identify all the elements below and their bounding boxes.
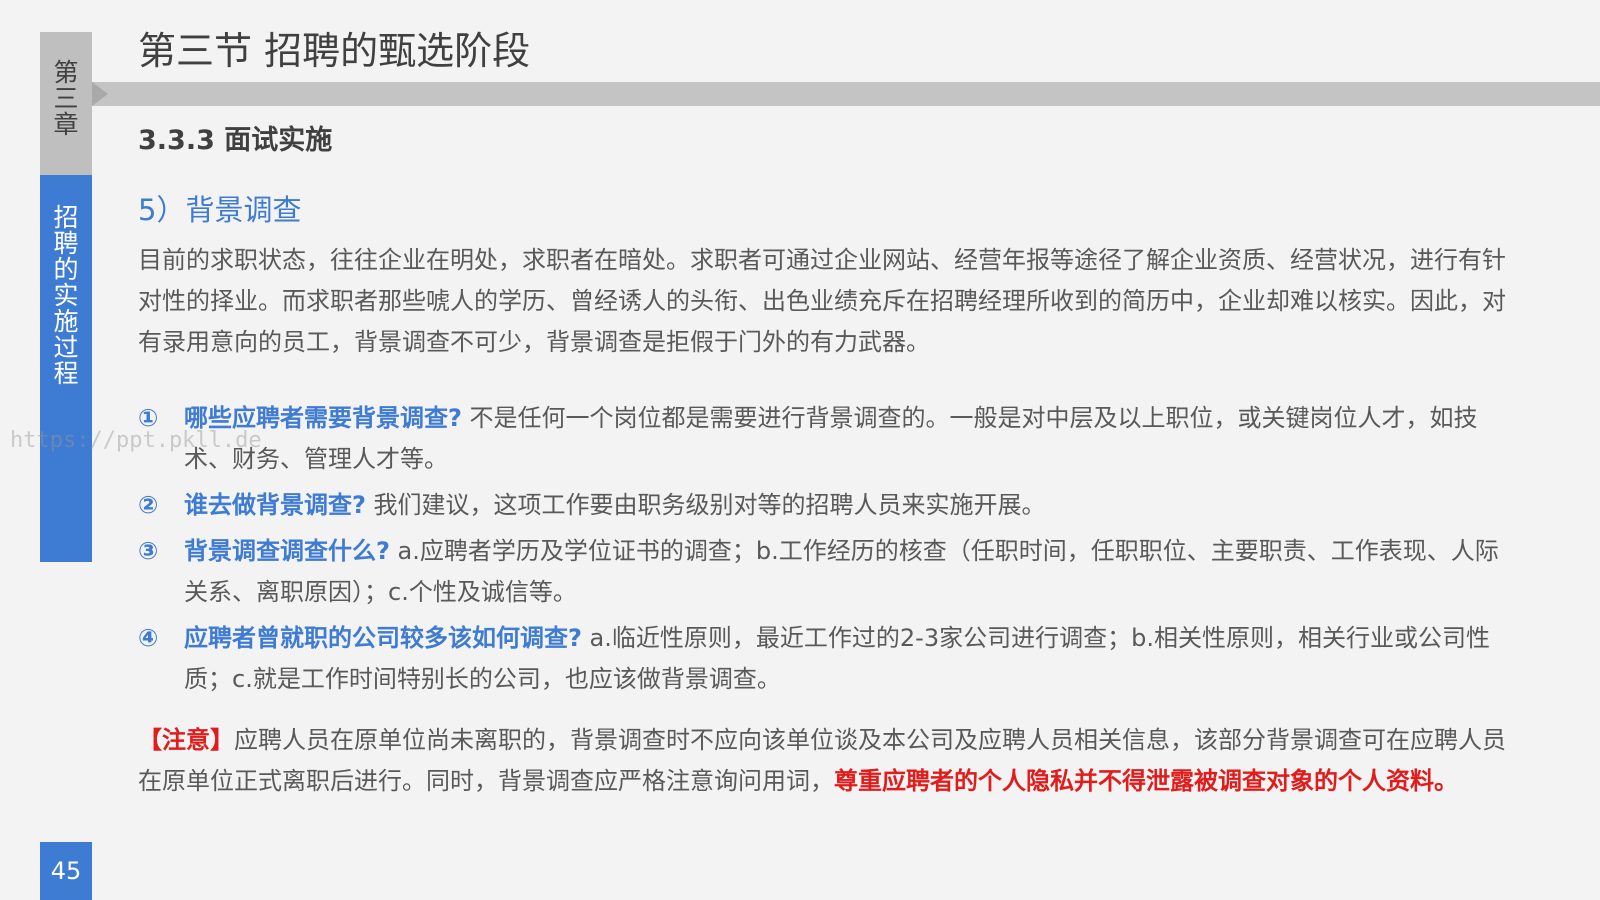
list-item: ① 哪些应聘者需要背景调查? 不是任何一个岗位都是需要进行背景调查的。一般是对中层… <box>138 398 1518 480</box>
watermark-text: https://ppt.pkll.de <box>10 428 262 453</box>
list-item: ③ 背景调查调查什么? a.应聘者学历及学位证书的调查；b.工作经历的核查（任职时… <box>138 531 1518 613</box>
note-paragraph: 【注意】应聘人员在原单位尚未离职的，背景调查时不应向该单位谈及本公司及应聘人员相… <box>138 720 1518 802</box>
section-tab: 招聘的实施过程 <box>40 175 92 562</box>
circled-number-3: ③ <box>138 537 159 565</box>
list-item: ② 谁去做背景调查? 我们建议，这项工作要由职务级别对等的招聘人员来实施开展。 <box>138 485 1518 526</box>
note-emphasis: 尊重应聘者的个人隐私并不得泄露被调查对象的个人资料。 <box>834 767 1458 795</box>
chapter-label: 第三章 <box>53 58 79 139</box>
circled-number-2: ② <box>138 491 159 519</box>
title-underline-bar <box>92 82 1600 106</box>
section-subheading: 3.3.3 面试实施 <box>138 125 333 156</box>
item-answer: 我们建议，这项工作要由职务级别对等的招聘人员来实施开展。 <box>365 491 1046 519</box>
title-arrow-icon <box>92 82 108 106</box>
intro-paragraph: 目前的求职状态，往往企业在明处，求职者在暗处。求职者可通过企业网站、经营年报等途… <box>138 246 1506 356</box>
item-question: 背景调查调查什么? <box>184 537 390 565</box>
section-label: 招聘的实施过程 <box>53 203 79 388</box>
topic-heading: 5）背景调查 <box>138 193 302 227</box>
page-number: 45 <box>40 842 92 900</box>
list-item: ④ 应聘者曾就职的公司较多该如何调查? a.临近性原则，最近工作过的2-3家公司进… <box>138 618 1518 700</box>
chapter-tab: 第三章 <box>40 32 92 175</box>
item-question: 谁去做背景调查? <box>184 491 366 519</box>
circled-number-4: ④ <box>138 624 159 652</box>
question-list: ① 哪些应聘者需要背景调查? 不是任何一个岗位都是需要进行背景调查的。一般是对中层… <box>138 398 1518 705</box>
note-label: 【注意】 <box>138 726 234 754</box>
item-question: 应聘者曾就职的公司较多该如何调查? <box>184 624 582 652</box>
slide-title: 第三节 招聘的甄选阶段 <box>138 29 531 73</box>
